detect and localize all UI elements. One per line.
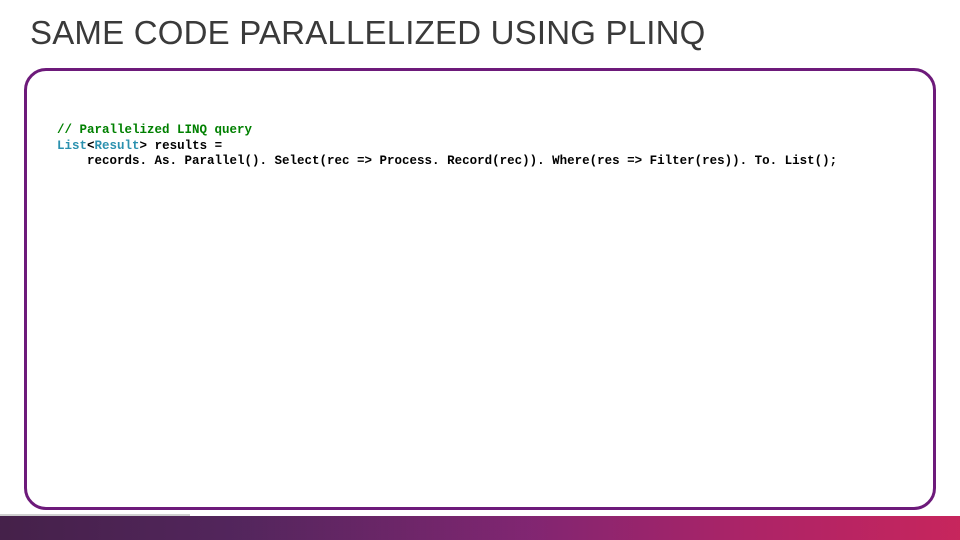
code-angle-close: > — [140, 139, 148, 153]
code-block: // Parallelized LINQ query List<Result> … — [57, 123, 903, 170]
code-comment: // Parallelized LINQ query — [57, 123, 252, 137]
slide-title: SAME CODE PARALLELIZED USING PLINQ — [30, 14, 706, 52]
code-angle-open: < — [87, 139, 95, 153]
code-line2-rest: results = — [147, 139, 222, 153]
code-type-list: List — [57, 139, 87, 153]
code-panel: // Parallelized LINQ query List<Result> … — [24, 68, 936, 510]
slide: SAME CODE PARALLELIZED USING PLINQ // Pa… — [0, 0, 960, 540]
decorative-footer-bar — [0, 516, 960, 540]
code-line3: records. As. Parallel(). Select(rec => P… — [57, 154, 837, 168]
code-type-result: Result — [95, 139, 140, 153]
